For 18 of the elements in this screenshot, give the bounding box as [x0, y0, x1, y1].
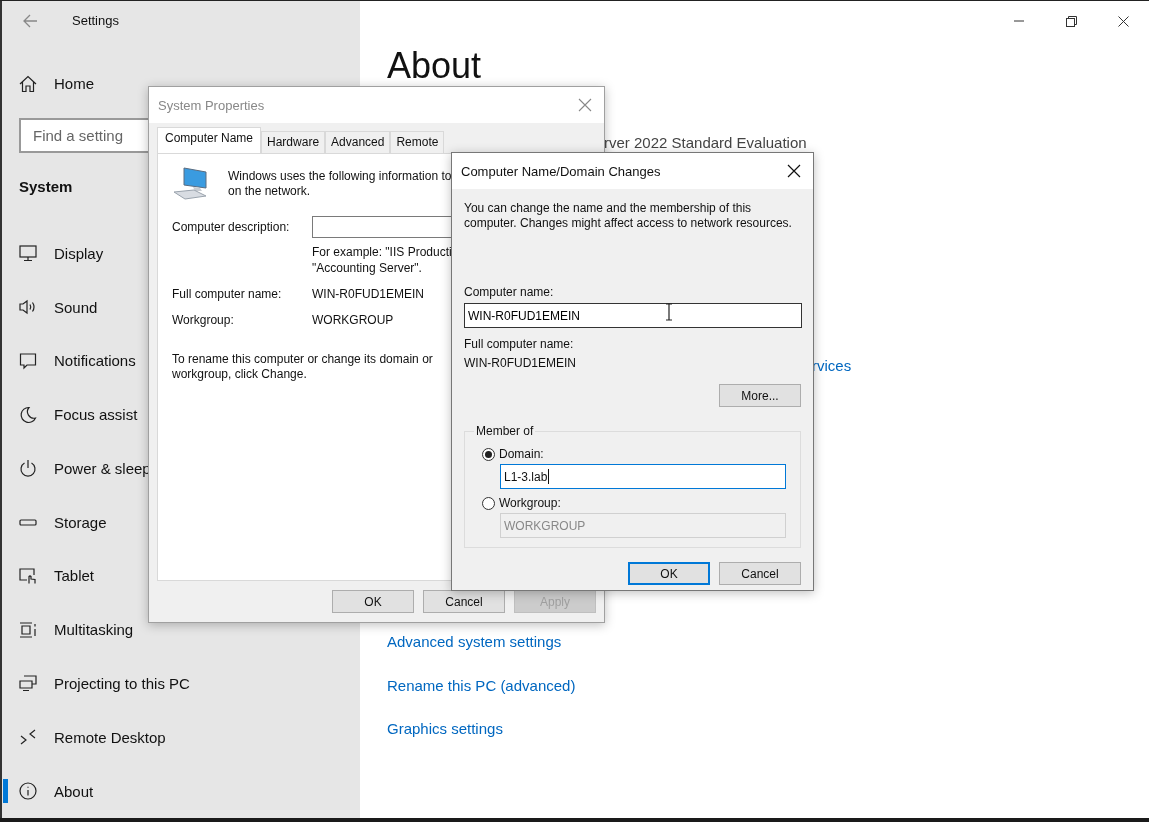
field-label: Computer description: — [172, 219, 290, 236]
page-heading: About — [387, 48, 482, 84]
field-value: WIN-R0FUD1EMEIN — [312, 286, 424, 303]
field-label: Computer name: — [464, 284, 554, 300]
field-value: WIN-R0FUD1EMEIN — [464, 355, 576, 371]
example-text: For example: "IIS Producti "Accounting Server". — [312, 244, 452, 276]
field-label: Workgroup: — [172, 312, 234, 329]
intro-text: Windows uses the following information to on the network. — [228, 169, 452, 199]
dialog-title: Computer Name/Domain Changes — [461, 163, 661, 179]
field-value: WORKGROUP — [312, 312, 394, 329]
edition-text: rver 2022 Standard Evaluation — [604, 133, 807, 153]
section-title: System — [18, 177, 73, 198]
rename-note: To rename this computer or change its domain or workgroup, click Change. — [172, 352, 433, 382]
app-title: Settings — [72, 13, 119, 29]
dialog-message: You can change the name and the membership of this computer. Changes might affect access to network resources. — [464, 201, 792, 231]
field-label: Full computer name: — [172, 286, 282, 303]
dialog-title: System Properties — [158, 97, 265, 113]
field-label: Full computer name: — [464, 336, 574, 352]
